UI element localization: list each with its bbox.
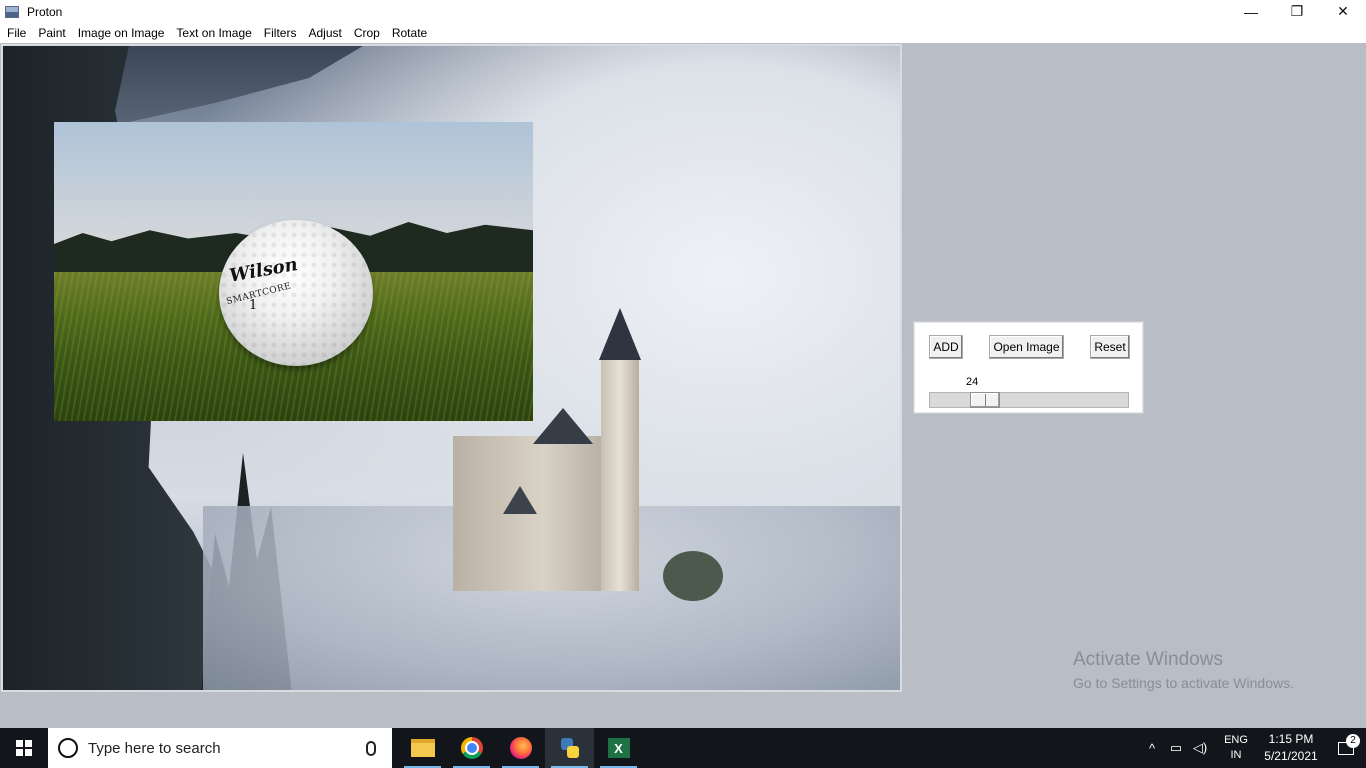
firefox-icon [509,737,532,759]
chevron-up-icon[interactable]: ^ [1140,741,1164,756]
ball-brand-text: Wilson [227,254,300,287]
taskbar-firefox[interactable] [496,728,545,768]
taskbar-chrome[interactable] [447,728,496,768]
open-image-button[interactable]: Open Image [989,335,1064,359]
windows-logo-icon [16,740,32,756]
cortana-icon [58,738,78,758]
image-canvas[interactable]: Wilson SMARTCORE 1 [1,44,902,692]
clock-date: 5/21/2021 [1264,749,1318,763]
menu-adjust[interactable]: Adjust [303,23,348,43]
python-icon [559,737,581,759]
taskbar-excel[interactable]: X [594,728,643,768]
watermark-title: Activate Windows [1073,649,1223,670]
title-bar: Proton — ❐ ✕ [0,0,1366,23]
taskbar-search[interactable]: Type here to search [48,728,392,768]
clock-time: 1:15 PM [1268,732,1314,746]
close-button[interactable]: ✕ [1320,0,1366,23]
menu-rotate[interactable]: Rotate [387,23,434,43]
menu-crop[interactable]: Crop [349,23,387,43]
taskbar-python[interactable] [545,728,594,768]
size-slider[interactable] [929,392,1129,408]
castle-roof [533,408,593,444]
tree-clump [663,551,723,601]
taskbar-file-explorer[interactable] [398,728,447,768]
search-placeholder: Type here to search [88,739,221,757]
minimize-button[interactable]: — [1228,0,1274,23]
slider-value: 24 [966,376,979,388]
lang-line2: IN [1230,749,1242,761]
taskbar: Type here to search X ^ ▭ ◁) ENG IN 1:15… [0,728,1366,768]
menu-paint[interactable]: Paint [33,23,72,43]
overlay-image-golf-ball[interactable]: Wilson SMARTCORE 1 [54,122,533,421]
microphone-icon[interactable] [366,740,376,756]
menu-file[interactable]: File [2,23,33,43]
ball-number-text: 1 [249,298,258,313]
menu-bar: File Paint Image on Image Text on Image … [0,23,1366,43]
slider-thumb[interactable] [970,392,1000,408]
window-controls: — ❐ ✕ [1228,0,1366,23]
castle-tower [601,356,639,591]
notification-badge: 2 [1346,733,1360,748]
excel-icon: X [607,738,630,758]
client-area: Wilson SMARTCORE 1 ADD Open Image Reset … [0,43,1366,728]
menu-text-on-image[interactable]: Text on Image [171,23,258,43]
watermark-subtitle: Go to Settings to activate Windows. [1073,675,1294,691]
clock[interactable]: 1:15 PM 5/21/2021 [1256,731,1326,765]
castle-spire [599,308,641,360]
folder-icon [410,739,435,757]
window-title: Proton [27,4,63,19]
lang-line1: ENG [1224,734,1248,746]
menu-filters[interactable]: Filters [259,23,304,43]
maximize-button[interactable]: ❐ [1274,0,1320,23]
chrome-icon [460,737,483,759]
activation-watermark: Activate Windows Go to Settings to activ… [1073,649,1294,691]
reset-button[interactable]: Reset [1090,335,1130,359]
notification-center-button[interactable]: 2 [1326,733,1366,755]
language-indicator[interactable]: ENG IN [1216,733,1256,763]
ball-model-text: SMARTCORE [225,281,293,308]
control-panel: ADD Open Image Reset 24 [913,321,1144,414]
system-tray: ^ ▭ ◁) ENG IN 1:15 PM 5/21/2021 2 [1140,728,1366,768]
volume-icon[interactable]: ◁) [1188,740,1212,756]
add-button[interactable]: ADD [929,335,963,359]
golf-ball: Wilson SMARTCORE 1 [219,220,373,366]
menu-image-on-image[interactable]: Image on Image [73,23,172,43]
start-button[interactable] [0,728,48,768]
app-icon [5,5,19,18]
network-icon[interactable]: ▭ [1164,740,1188,756]
